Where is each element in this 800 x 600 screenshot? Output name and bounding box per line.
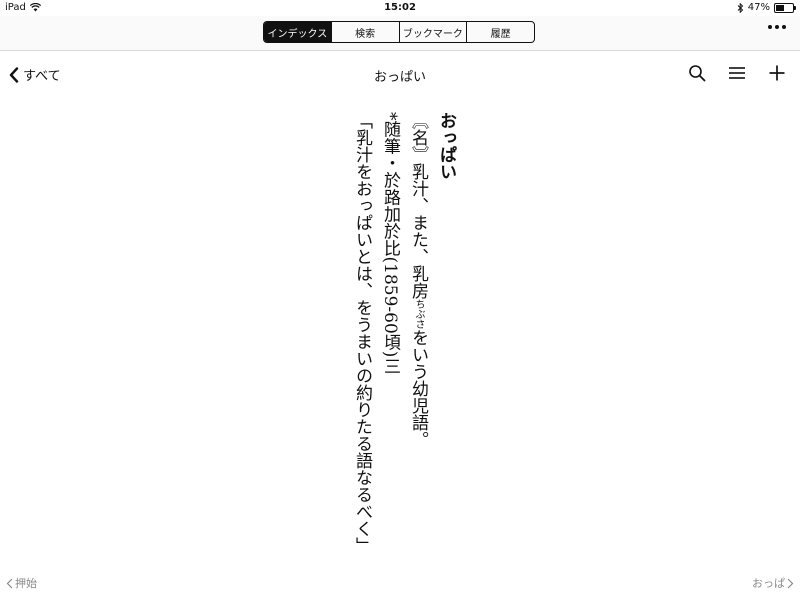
ellipsis-dot <box>775 25 779 29</box>
status-time: 15:02 <box>384 2 416 13</box>
ellipsis-dot <box>782 25 786 29</box>
top-toolbar: インデックス 検索 ブックマーク 履歴 <box>0 16 800 51</box>
next-entry-label: おっぱ <box>752 577 785 590</box>
status-right: 47% <box>737 2 796 13</box>
dictionary-entry: おっぱい 〘名〙乳汁、また、乳房ちぶさをいう幼児語。 *随筆・於路加於比(185… <box>320 112 460 572</box>
segment-history[interactable]: 履歴 <box>466 22 534 42</box>
search-icon[interactable] <box>688 64 706 82</box>
list-icon[interactable] <box>728 64 746 82</box>
definition-text-end: をいう幼児語。 <box>408 329 428 448</box>
battery-icon <box>774 2 796 13</box>
prev-entry-link[interactable]: 押始 <box>6 575 37 591</box>
battery-level <box>776 4 784 11</box>
definition-text: 〘名〙乳汁、また、乳房 <box>408 112 428 299</box>
segment-index[interactable]: インデックス <box>264 22 331 42</box>
entry-citation-source: *随筆・於路加於比(1859-60頃)三 <box>380 112 400 375</box>
bluetooth-icon <box>737 2 743 13</box>
segment-bookmark[interactable]: ブックマーク <box>398 22 467 42</box>
entry-headword: おっぱい <box>436 112 456 180</box>
prev-entry-label: 押始 <box>15 577 37 590</box>
chevron-right-icon <box>787 578 794 588</box>
ellipsis-icon[interactable] <box>768 25 786 29</box>
page-title: おっぱい <box>373 70 426 85</box>
definition-ruby: ちぶさ <box>413 299 424 329</box>
segmented-control: インデックス 検索 ブックマーク 履歴 <box>263 21 535 43</box>
segment-search[interactable]: 検索 <box>330 22 399 42</box>
entry-quote: 「乳汁をおっぱいとは、をうまいの約りたる語なるべく」 <box>352 112 372 554</box>
battery-percent: 47% <box>747 2 770 13</box>
ellipsis-dot <box>768 25 772 29</box>
nav-actions <box>688 64 786 82</box>
plus-icon[interactable] <box>768 64 786 82</box>
entry-definition: 〘名〙乳汁、また、乳房ちぶさをいう幼児語。 <box>404 112 432 572</box>
chevron-left-icon <box>6 578 13 588</box>
status-bar: iPad 15:02 47% <box>0 0 800 16</box>
next-entry-link[interactable]: おっぱ <box>752 575 794 591</box>
dictionary-page: iPad 15:02 47% インデックス 検索 ブックマーク 履歴 すべて お… <box>0 0 800 600</box>
nav-bar: すべて おっぱい <box>0 51 800 97</box>
